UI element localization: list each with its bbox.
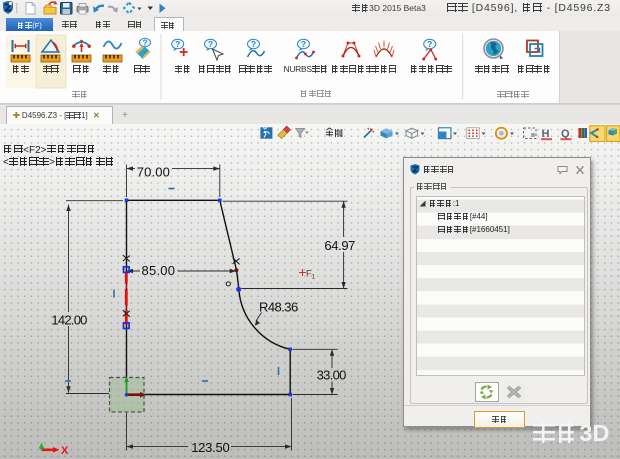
svg-text:85.00: 85.00 [142,263,176,278]
svg-text:70.00: 70.00 [137,165,170,180]
svg-text:64.97: 64.97 [324,238,355,253]
svg-text:X: X [61,445,69,457]
svg-text:33.00: 33.00 [317,368,347,383]
svg-text:123.50: 123.50 [191,440,230,455]
svg-text:R48.36: R48.36 [259,299,298,314]
svg-text:1: 1 [312,274,316,281]
svg-text:142.00: 142.00 [51,312,87,327]
svg-text:?: ? [143,39,148,48]
